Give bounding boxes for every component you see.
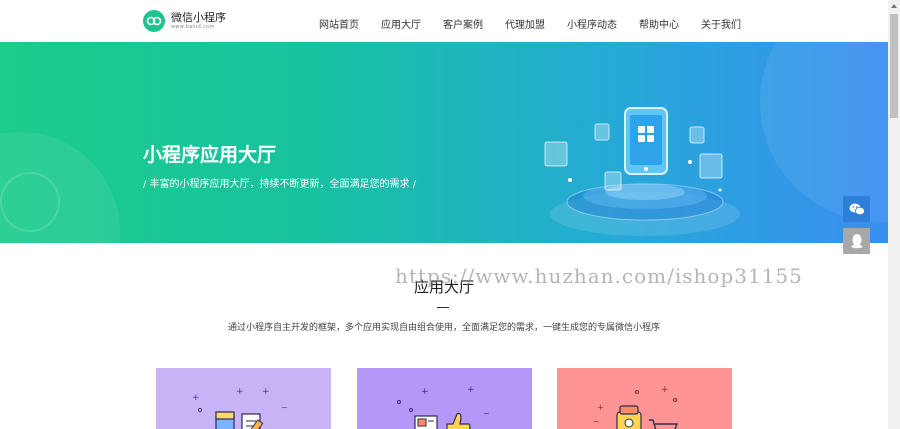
- svg-text:+: +: [421, 387, 429, 397]
- nav-item-about[interactable]: 关于我们: [701, 16, 741, 31]
- nav-item-help[interactable]: 帮助中心: [639, 16, 679, 31]
- logo-subtitle: www.baiud.com: [171, 24, 215, 30]
- svg-text:~: ~: [281, 403, 288, 412]
- banner-decoration: [760, 42, 888, 222]
- svg-text:+: +: [192, 393, 200, 403]
- banner-subtitle: / 丰富的小程序应用大厅，持续不断更新，全面满足您的需求 /: [143, 179, 417, 190]
- wechat-icon: [849, 203, 865, 216]
- svg-text:+: +: [236, 387, 244, 397]
- svg-text:~: ~: [483, 409, 490, 418]
- news-thumbs-up-icon: + + ~: [397, 385, 490, 429]
- scroll-thumb[interactable]: [890, 14, 898, 118]
- app-card-3[interactable]: + ~ +: [557, 368, 732, 429]
- section-description: 通过小程序自主开发的框架，多个应用实现自由组合使用，全面满足您的需求，一键生成您…: [227, 323, 660, 333]
- hero-banner: 小程序应用大厅 / 丰富的小程序应用大厅，持续不断更新，全面满足您的需求 /: [0, 42, 888, 243]
- phone-platform-illustration: [544, 107, 740, 236]
- qq-icon: [851, 234, 862, 249]
- svg-text:~: ~: [593, 417, 600, 426]
- svg-text:+: +: [597, 403, 604, 412]
- section-divider: [437, 307, 449, 308]
- banner-decoration: [0, 172, 60, 232]
- logo[interactable]: 微信小程序 www.baiud.com: [143, 10, 226, 32]
- scroll-up-icon[interactable]: [891, 4, 897, 8]
- svg-text:+: +: [661, 385, 669, 395]
- wechat-contact-button[interactable]: [843, 196, 870, 222]
- nav-item-agency[interactable]: 代理加盟: [505, 16, 545, 31]
- nav-item-app-hall[interactable]: 应用大厅: [381, 16, 421, 31]
- logo-icon: [143, 10, 165, 32]
- svg-text:+: +: [467, 385, 475, 395]
- nav-item-news[interactable]: 小程序动态: [567, 16, 617, 31]
- watermark: https://www.huzhan.com/ishop31155: [395, 264, 803, 288]
- document-edit-icon: + + + ~: [192, 387, 288, 429]
- main-nav: 网站首页 应用大厅 客户案例 代理加盟 小程序动态 帮助中心 关于我们: [319, 16, 763, 31]
- qq-contact-button[interactable]: [843, 228, 870, 254]
- logo-title: 微信小程序: [171, 11, 226, 24]
- page-scrollbar[interactable]: [888, 0, 900, 429]
- nav-item-home[interactable]: 网站首页: [319, 16, 359, 31]
- nav-item-cases[interactable]: 客户案例: [443, 16, 483, 31]
- svg-text:+: +: [262, 387, 270, 397]
- app-card-1[interactable]: + + + ~: [156, 368, 331, 429]
- shopping-cart-icon: + ~ +: [593, 385, 679, 429]
- app-card-2[interactable]: + + ~: [357, 368, 532, 429]
- site-header: 微信小程序 www.baiud.com 网站首页 应用大厅 客户案例 代理加盟 …: [0, 0, 888, 42]
- banner-title: 小程序应用大厅: [143, 144, 277, 166]
